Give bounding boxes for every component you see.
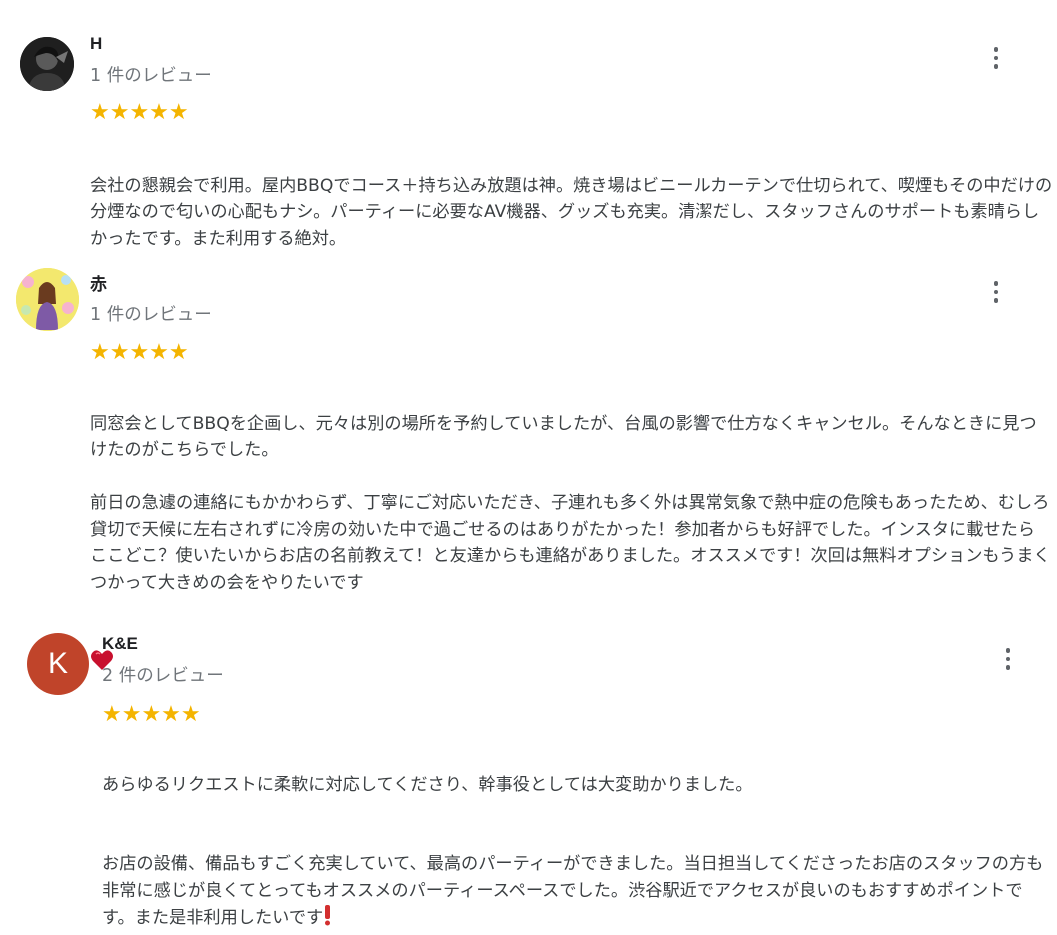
more-options-button[interactable]	[984, 43, 1008, 73]
avatar-initial: K	[47, 647, 68, 680]
reviewer-name[interactable]: K&E	[102, 634, 138, 654]
review-text: 同窓会としてBBQを企画し、元々は別の場所を予約していましたが、台風の影響で仕方…	[90, 384, 1052, 680]
review-text-paragraph: 前日の急遽の連絡にもかかわらず、丁寧にご対応いただき、子連れも多く外は異常気象で…	[90, 493, 1051, 593]
review-text-body: 会社の懇親会で利用。屋内BBQでコース＋持ち込み放題は神。焼き場はビニールカーテ…	[90, 175, 1053, 249]
user-photo-icon	[20, 37, 74, 91]
reviewer-name[interactable]: 赤	[90, 270, 107, 295]
review-text: あらゆるリクエストに柔軟に対応してくださり、幹事役としては大変助かりました。 お…	[102, 745, 1055, 935]
review-text-paragraph: お店の設備、備品もすごく充実していて、最高のパーティーができました。当日担当して…	[102, 854, 1044, 928]
star-rating: ★★★★★	[102, 702, 201, 727]
avatar[interactable]	[20, 37, 74, 91]
avatar[interactable]	[16, 268, 79, 331]
review-count[interactable]: 2 件のレビュー	[102, 662, 224, 687]
review-text: 会社の懇親会で利用。屋内BBQでコース＋持ち込み放題は神。焼き場はビニールカーテ…	[90, 146, 1055, 279]
more-options-button[interactable]	[996, 644, 1020, 674]
review-text-paragraph: 同窓会としてBBQを企画し、元々は別の場所を予約していましたが、台風の影響で仕方…	[90, 413, 1037, 461]
user-photo-icon	[16, 268, 79, 331]
star-rating: ★★★★★	[90, 340, 189, 365]
reviewer-name[interactable]: H	[90, 34, 102, 54]
review-text-paragraph: あらゆるリクエストに柔軟に対応してくださり、幹事役としては大変助かりました。	[102, 774, 753, 795]
avatar[interactable]: K	[27, 633, 89, 695]
star-rating: ★★★★★	[90, 100, 189, 125]
more-options-button[interactable]	[984, 277, 1008, 307]
review-count[interactable]: 1 件のレビュー	[90, 62, 212, 87]
exclamation-emoji-icon	[323, 904, 332, 935]
review-count[interactable]: 1 件のレビュー	[90, 301, 212, 326]
